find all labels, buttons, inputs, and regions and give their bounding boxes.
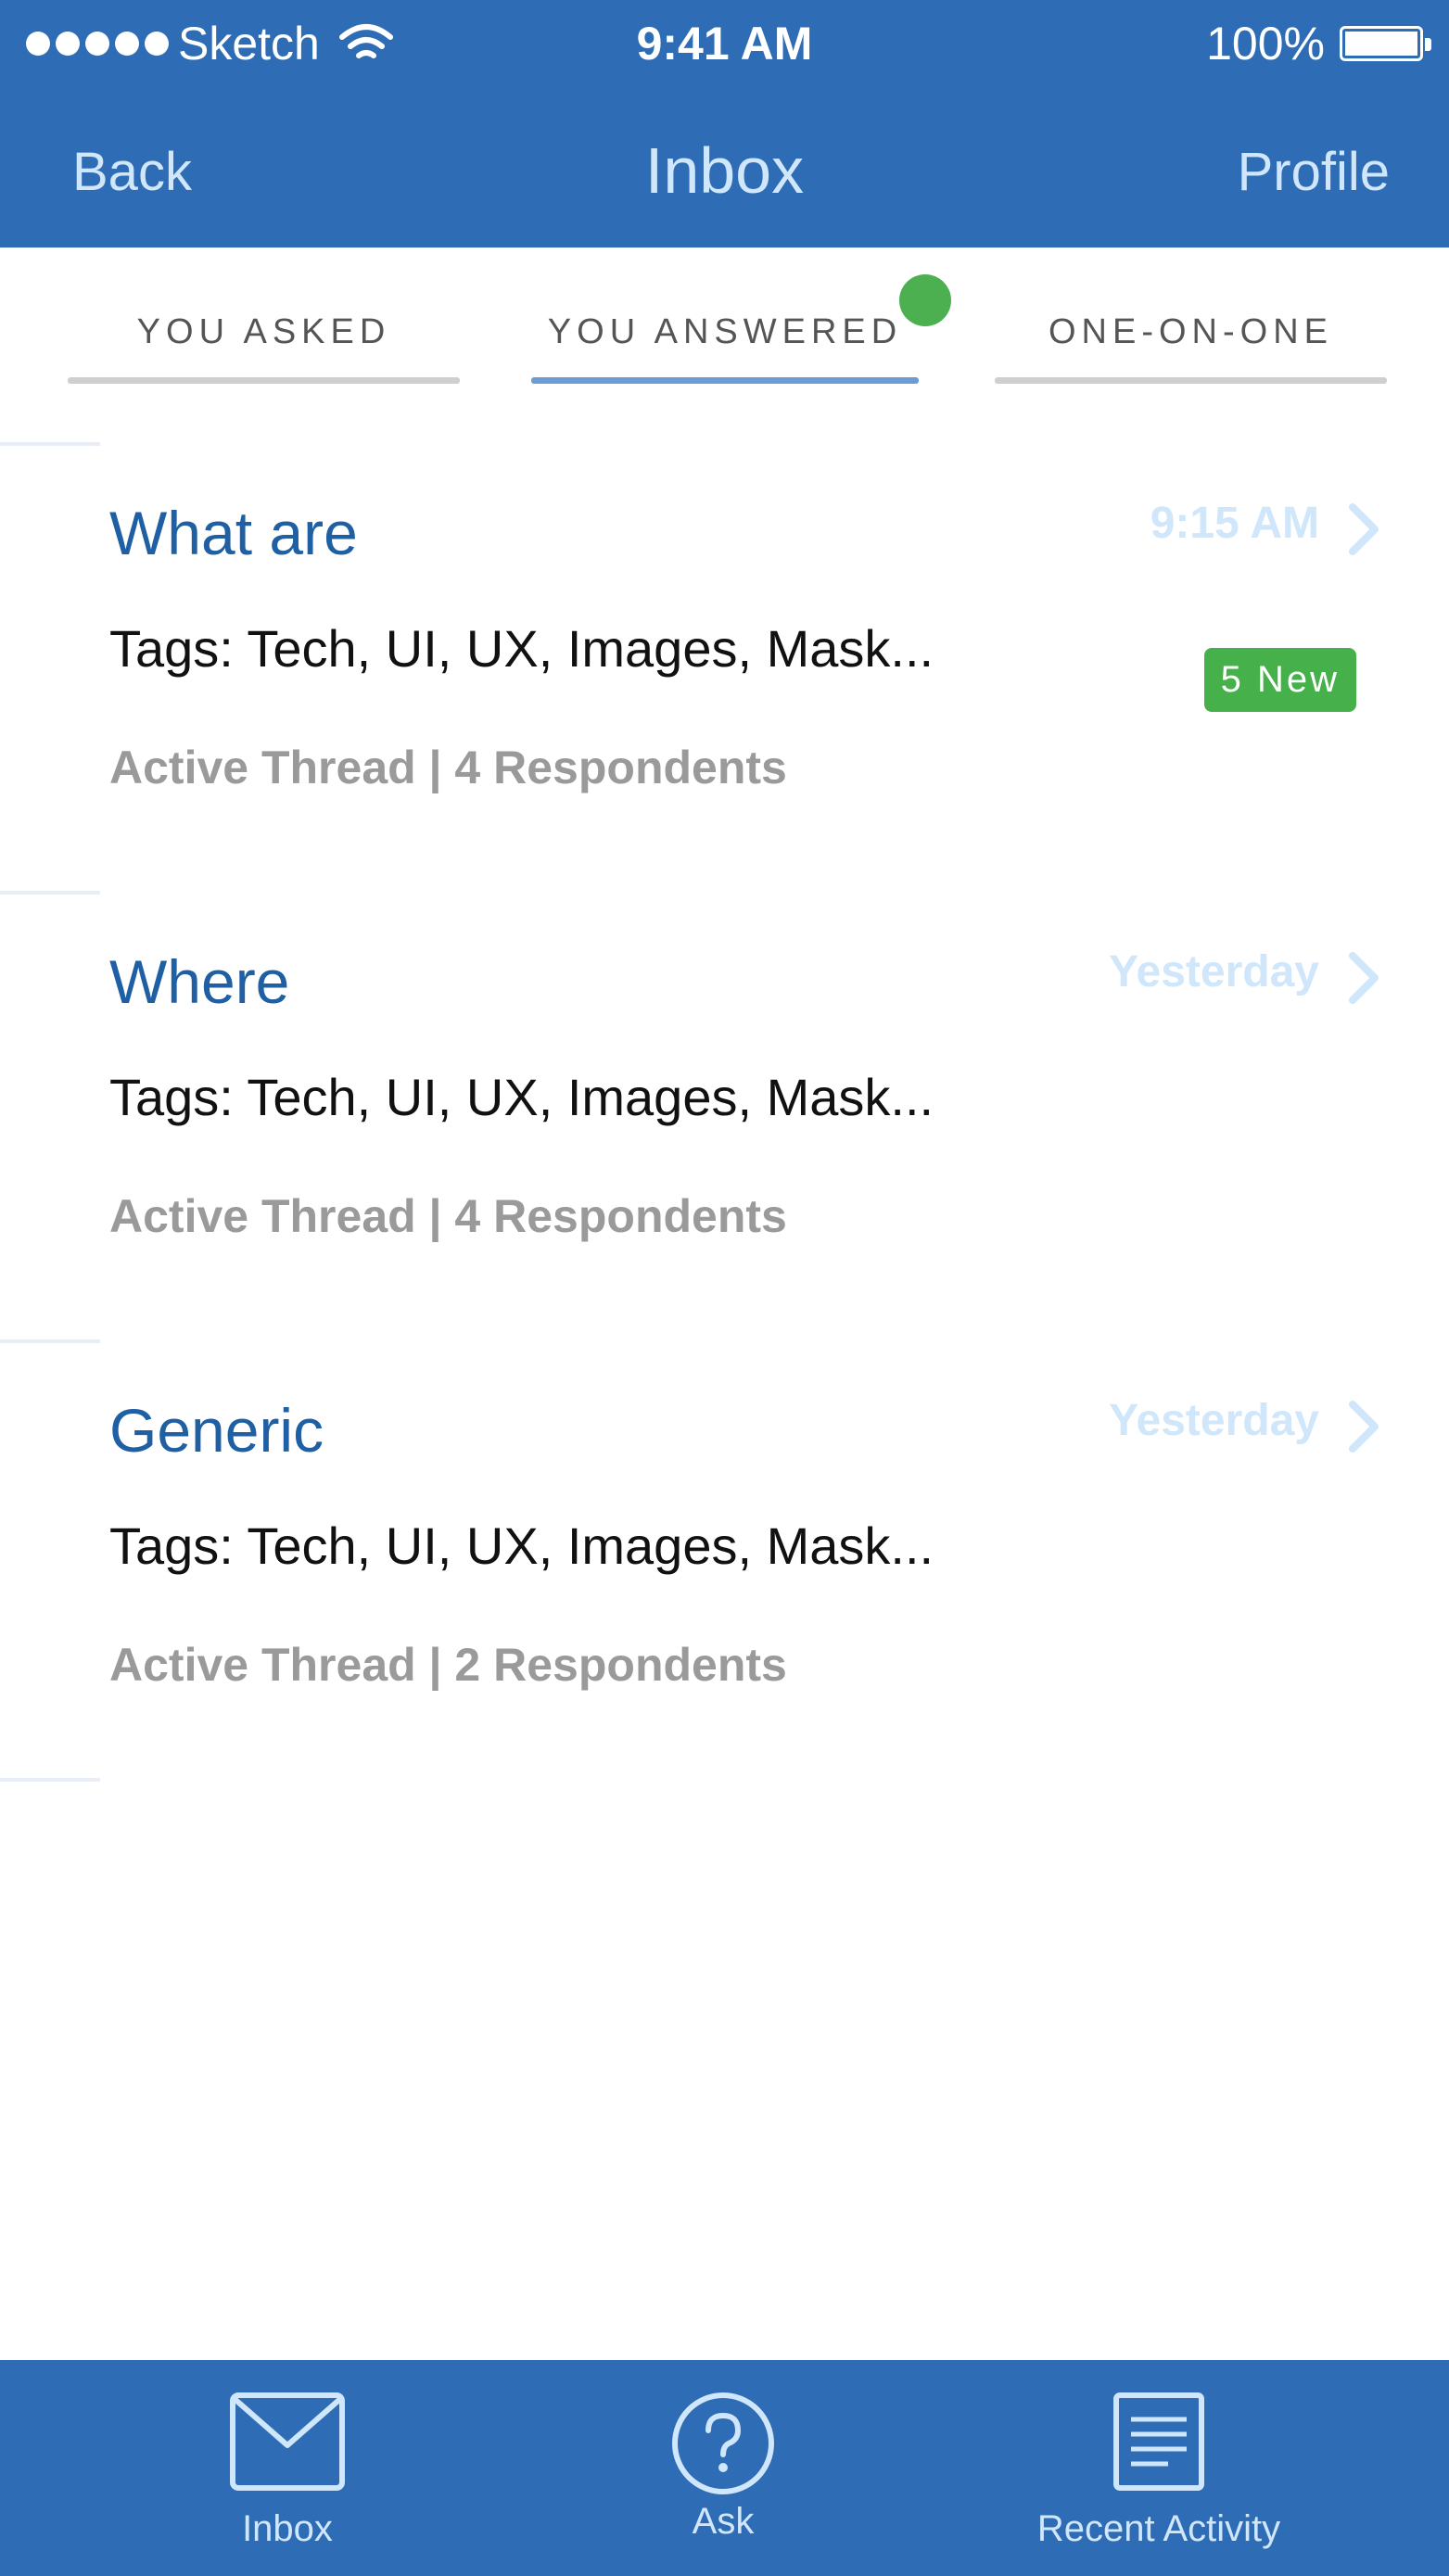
- row-divider: [0, 1339, 100, 1343]
- thread-time: Yesterday: [1109, 1396, 1319, 1445]
- tabbar-label: Ask: [692, 2501, 755, 2542]
- new-count-badge: 5 New: [1203, 648, 1356, 712]
- tab-label: ONE-ON-ONE: [1049, 312, 1333, 351]
- tab-you-answered[interactable]: YOU ANSWERED: [531, 247, 919, 396]
- row-divider: [0, 442, 100, 446]
- navigation-bar: Back Inbox Profile: [0, 89, 1449, 247]
- thread-tags: Tags: Tech, UI, UX, Images, Mask...: [109, 1516, 934, 1575]
- status-bar: Sketch 9:41 AM 100%: [0, 0, 1449, 89]
- chevron-right-icon: [1349, 503, 1379, 555]
- tabbar-item-inbox[interactable]: Inbox: [148, 2360, 426, 2576]
- thread-meta: Active Thread | 2 Respondents: [109, 1639, 787, 1691]
- thread-tags: Tags: Tech, UI, UX, Images, Mask...: [109, 1068, 934, 1126]
- document-icon: [1113, 2392, 1204, 2491]
- chevron-right-icon: [1349, 952, 1379, 1004]
- tab-label: YOU ASKED: [136, 312, 391, 351]
- tabbar-item-recent-activity[interactable]: Recent Activity: [973, 2360, 1344, 2576]
- bottom-tab-bar: Inbox Ask Recent Activity: [0, 2360, 1449, 2576]
- page-title: Inbox: [644, 134, 805, 207]
- tab-underline: [995, 377, 1387, 384]
- tab-label: YOU ANSWERED: [547, 312, 903, 351]
- tab-one-on-one[interactable]: ONE-ON-ONE: [995, 247, 1387, 396]
- battery-icon: [1340, 26, 1431, 61]
- thread-time: Yesterday: [1109, 947, 1319, 996]
- tab-underline: [68, 377, 460, 384]
- row-divider: [0, 891, 100, 895]
- tabbar-item-ask[interactable]: Ask: [584, 2360, 862, 2576]
- tabbar-label: Inbox: [242, 2508, 333, 2549]
- thread-title: Where: [109, 947, 290, 1016]
- battery-percent: 100%: [1206, 18, 1325, 70]
- tabbar-label: Recent Activity: [1036, 2508, 1281, 2549]
- question-circle-icon: [672, 2392, 774, 2494]
- app-header: Sketch 9:41 AM 100% Back Inbox Profile: [0, 0, 1449, 247]
- list-end-divider: [0, 1778, 100, 1782]
- segment-tabs: YOU ASKED YOU ANSWERED ONE-ON-ONE: [0, 247, 1449, 396]
- envelope-icon: [230, 2392, 345, 2491]
- chevron-right-icon: [1349, 1401, 1379, 1453]
- thread-row[interactable]: Where Yesterday Tags: Tech, UI, UX, Imag…: [0, 891, 1449, 1339]
- thread-row[interactable]: What are 9:15 AM Tags: Tech, UI, UX, Ima…: [0, 442, 1449, 891]
- thread-time: 9:15 AM: [1150, 499, 1319, 548]
- thread-meta: Active Thread | 4 Respondents: [109, 1190, 787, 1242]
- tab-you-asked[interactable]: YOU ASKED: [68, 247, 460, 396]
- thread-row[interactable]: Generic Yesterday Tags: Tech, UI, UX, Im…: [0, 1339, 1449, 1788]
- thread-tags: Tags: Tech, UI, UX, Images, Mask...: [109, 619, 934, 678]
- profile-button[interactable]: Profile: [1238, 141, 1390, 203]
- thread-title: Generic: [109, 1396, 324, 1465]
- notification-dot: [899, 274, 951, 326]
- status-right: 100%: [1206, 17, 1431, 70]
- tab-underline: [531, 377, 919, 384]
- thread-title: What are: [109, 499, 358, 567]
- thread-meta: Active Thread | 4 Respondents: [109, 742, 787, 793]
